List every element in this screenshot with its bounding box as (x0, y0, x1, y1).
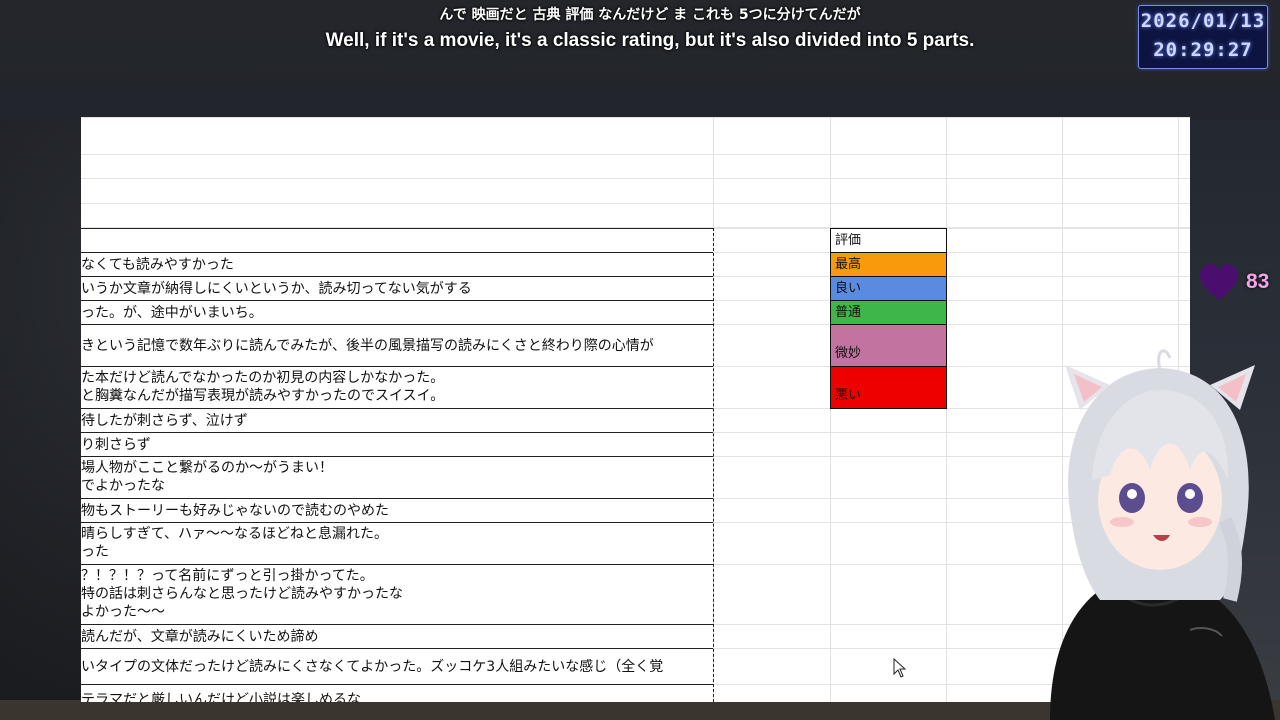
table-row[interactable]: テラマだと厳しいんだけど小説は楽しめるな (81, 684, 713, 702)
clock-date: 2026/01/13 (1140, 10, 1266, 32)
cell-text: ？！？！？って名前にずっと引っ掛かってた。 (81, 568, 374, 584)
table-row[interactable]: きという記憶で数年ぶりに読んでみたが、後半の風景描写の読みにくさと終わり際の心情… (81, 324, 713, 366)
cell-text: なくても読みやすかった (81, 257, 234, 273)
table-row[interactable] (81, 228, 713, 252)
mouse-cursor-icon (893, 658, 907, 678)
legend-label: 良い (835, 281, 862, 296)
cell-text: きという記憶で数年ぶりに読んでみたが、後半の風景描写の読みにくさと終わり際の心情… (81, 338, 654, 354)
legend-label: 最高 (835, 257, 862, 272)
grid-line (81, 203, 1190, 204)
table-row[interactable]: いうか文章が納得しにくいというか、読み切ってない気がする (81, 276, 713, 300)
cell-text: 場人物がここと繋がるのか～がうまい！ (81, 460, 333, 476)
grid-line (714, 324, 1190, 325)
vtuber-avatar (1050, 349, 1275, 720)
table-row[interactable]: 物もストーリーも好みじゃないので読むのやめた (81, 498, 713, 522)
grid-line (81, 154, 1190, 155)
cell-text: った。が、途中がいまいち。 (81, 305, 263, 321)
cell-text: と胸糞なんだが描写表現が読みやすかったのでスイスイ。 (81, 388, 445, 404)
cell-text: でよかったな (81, 478, 165, 494)
grid-line (714, 228, 1190, 229)
table-row[interactable]: 読んだが、文章が読みにくいため諦め (81, 624, 713, 648)
table-row[interactable]: なくても読みやすかった (81, 252, 713, 276)
grid-line (714, 300, 1190, 301)
cell-text: 特の話は刺さらんなと思ったけど読みやすかったな (81, 586, 403, 602)
cell-text: よかった～～ (81, 604, 165, 620)
cell-text: 晴らしすぎて、ハァ～～なるほどねと息漏れた。 (81, 526, 389, 542)
table-row[interactable]: 場人物がここと繋がるのか～がうまい！ でよかったな (81, 456, 713, 498)
stream-clock: 2026/01/13 20:29:27 (1138, 5, 1268, 69)
legend-label: 評価 (835, 233, 862, 248)
legend-label: 悪い (835, 388, 862, 403)
cell-text: 読んだが、文章が読みにくいため諦め (81, 629, 319, 645)
grid-line (81, 117, 1190, 118)
table-row[interactable]: 晴らしすぎて、ハァ～～なるほどねと息漏れた。 った (81, 522, 713, 564)
legend-label: 普通 (835, 305, 862, 320)
heart-icon (1200, 264, 1238, 300)
table-row[interactable]: り刺さらず (81, 432, 713, 456)
table-row[interactable]: いタイプの文体だったけど読みにくさなくてよかった。ズッコケ3人組みたいな感じ（全… (81, 648, 713, 684)
cell-text: 待したが刺さらず、泣けず (81, 413, 248, 429)
cell-text: いタイプの文体だったけど読みにくさなくてよかった。ズッコケ3人組みたいな感じ（全… (81, 659, 664, 675)
legend-cell[interactable]: 微妙 (830, 324, 947, 367)
subtitle-english: Well, if it's a movie, it's a classic ra… (325, 30, 975, 51)
legend-cell[interactable]: 評価 (830, 228, 947, 253)
legend-cell[interactable]: 最高 (830, 252, 947, 277)
grid-line (714, 252, 1190, 253)
cell-text: った (81, 544, 109, 560)
grid-line (714, 276, 1190, 277)
grid-line (81, 178, 1190, 179)
table-row[interactable]: った。が、途中がいまいち。 (81, 300, 713, 324)
cell-text: り刺さらず (81, 437, 151, 453)
heart-count: 83 (1246, 270, 1270, 293)
legend-cell[interactable]: 悪い (830, 366, 947, 409)
legend-cell[interactable]: 普通 (830, 300, 947, 325)
subtitle-japanese: んで 映画だと 古典 評価 なんだけど ま これも 5つに分けてんだが (439, 7, 861, 23)
table-row[interactable]: 待したが刺さらず、泣けず (81, 408, 713, 432)
legend-label: 微妙 (835, 346, 862, 361)
cell-text: た本だけど読んでなかったのか初見の内容しかなかった。 (81, 370, 445, 386)
table-row[interactable]: た本だけど読んでなかったのか初見の内容しかなかった。 と胸糞なんだが描写表現が読み… (81, 366, 713, 408)
legend-cell[interactable]: 良い (830, 276, 947, 301)
clock-time: 20:29:27 (1153, 39, 1253, 61)
spreadsheet[interactable]: なくても読みやすかったいうか文章が納得しにくいというか、読み切ってない気がするっ… (81, 117, 1190, 702)
cell-text: いうか文章が納得しにくいというか、読み切ってない気がする (81, 281, 472, 297)
cell-text: テラマだと厳しいんだけど小説は楽しめるな (81, 692, 361, 702)
table-row[interactable]: ？！？！？って名前にずっと引っ掛かってた。特の話は刺さらんなと思ったけど読みやす… (81, 564, 713, 624)
cell-text: 物もストーリーも好みじゃないので読むのやめた (81, 503, 389, 519)
